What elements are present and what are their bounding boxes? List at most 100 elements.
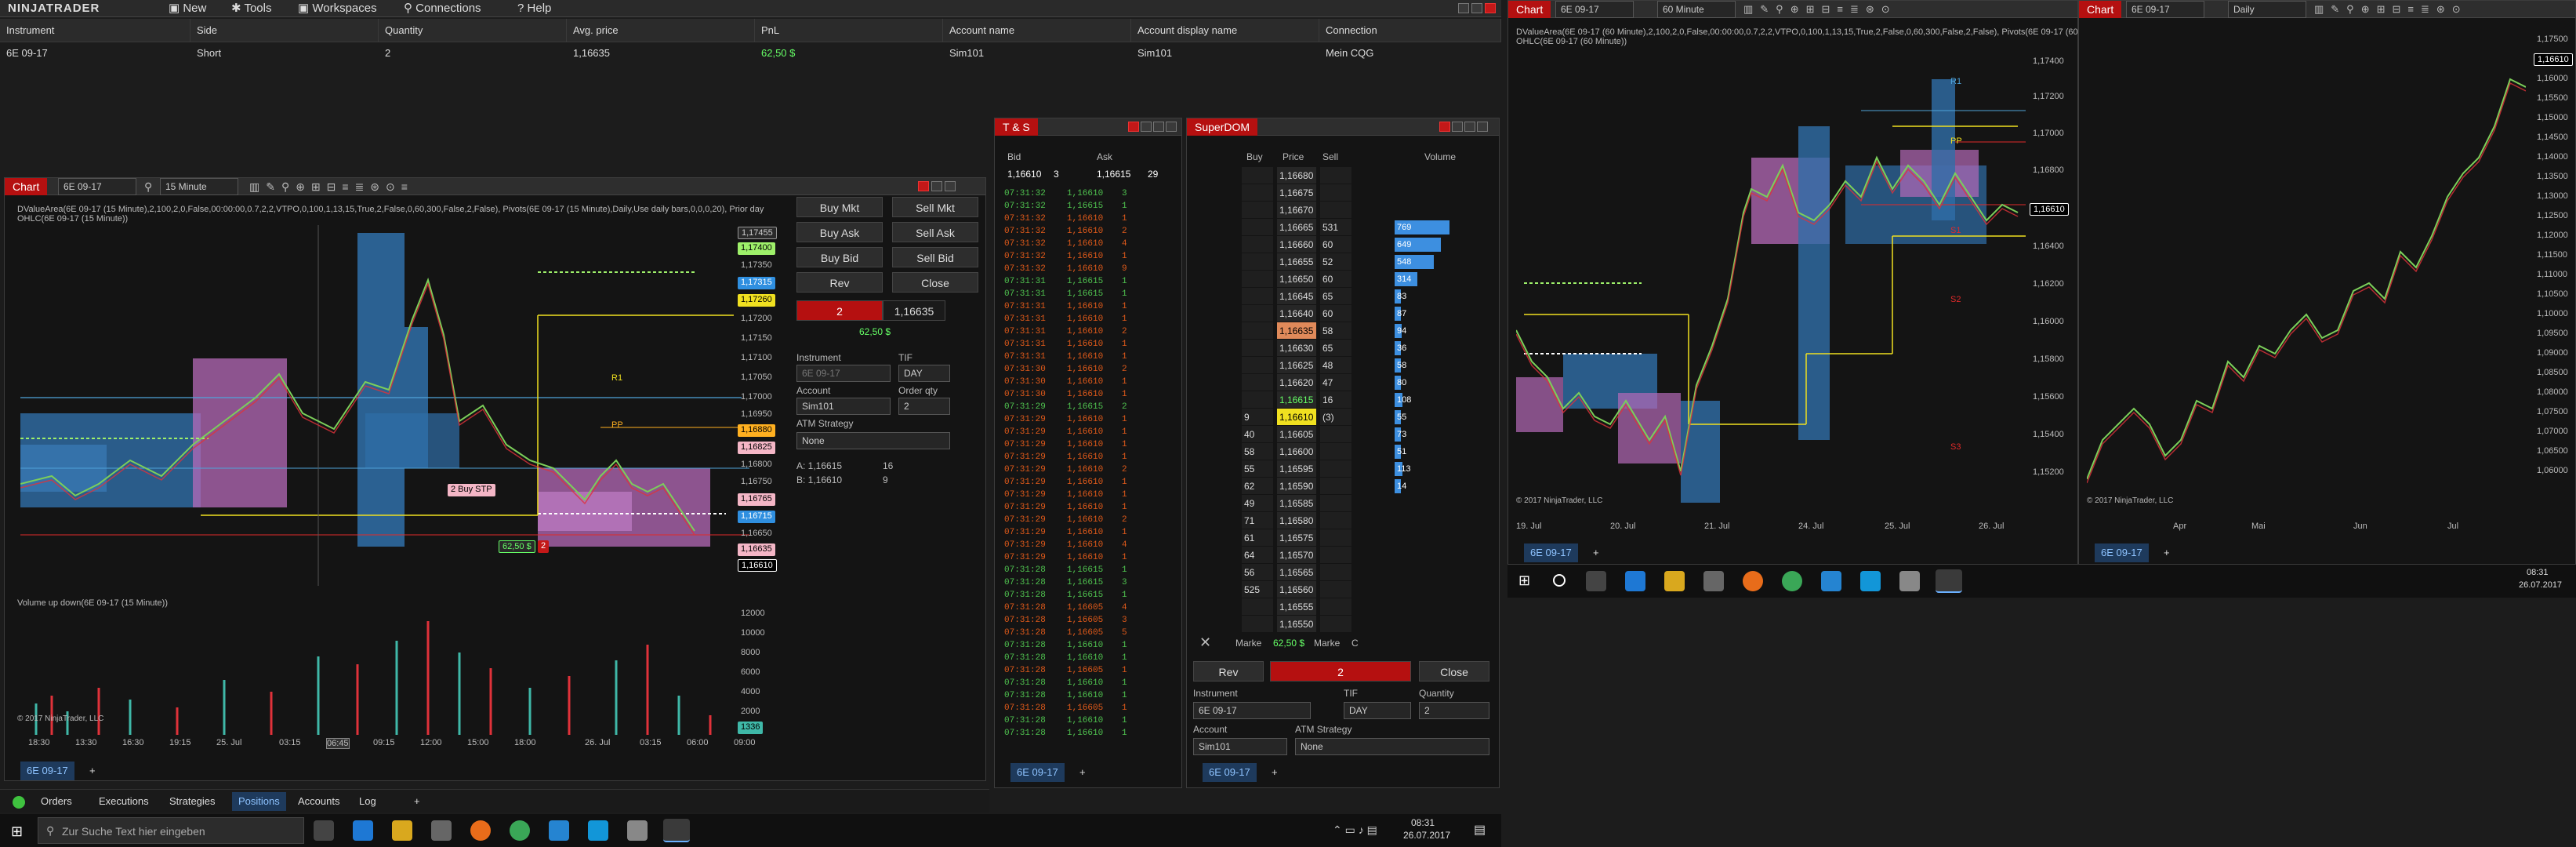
notification-icon[interactable]: ▤ — [1474, 822, 1486, 838]
chart3-tools-icons[interactable]: ▥✎⚲⊕⊞⊟≡≣⊛⊙ — [2314, 3, 2468, 16]
reverse-button[interactable]: Rev — [796, 272, 883, 293]
network-app-icon[interactable] — [627, 820, 648, 841]
explorer-icon[interactable] — [392, 820, 412, 841]
chart3-add-tab[interactable]: + — [2157, 543, 2176, 562]
tab-log[interactable]: Log — [353, 792, 383, 811]
dom-row[interactable]: 1,16620 47 80 — [1242, 374, 1493, 391]
close-icon[interactable]: ✕ — [1199, 634, 1211, 651]
edge-icon[interactable] — [1625, 571, 1645, 591]
chart1-instrument-tab[interactable]: 6E 09-17 — [20, 762, 74, 780]
chart2-tools-icons[interactable]: ▥✎⚲⊕⊞⊟≡≣⊛⊙ — [1743, 3, 1897, 16]
account-select[interactable]: Sim101 — [796, 398, 891, 415]
add-tab-button[interactable]: + — [83, 762, 102, 780]
ts-close[interactable] — [1128, 122, 1139, 132]
col-avg-price[interactable]: Avg. price — [567, 19, 755, 42]
buy-mkt-button[interactable]: Buy Mkt — [796, 197, 883, 217]
ts-restore[interactable] — [1141, 122, 1152, 132]
chart-tools-icons[interactable]: ▥✎⚲⊕⊞⊟≡≣⊛⊙≡ — [249, 180, 414, 194]
dom-row[interactable]: 1,16630 65 36 — [1242, 340, 1493, 357]
dom-ladder[interactable]: 1,16680 1,16675 1,16670 1,16665 531 769 1,1666… — [1242, 167, 1493, 634]
dom-extra[interactable] — [1477, 122, 1488, 132]
dom-atm-select[interactable]: None — [1295, 738, 1489, 755]
chrome-icon[interactable] — [510, 820, 530, 841]
dom-row[interactable]: 1,16550 — [1242, 616, 1493, 633]
tab-positions[interactable]: Positions — [232, 792, 286, 811]
store-icon[interactable] — [431, 820, 452, 841]
instrument-select[interactable]: 6E 09-17 — [796, 365, 891, 382]
buy-ask-button[interactable]: Buy Ask — [796, 222, 883, 242]
minimize-button[interactable] — [1458, 3, 1469, 13]
dom-instrument-select[interactable]: 6E 09-17 — [1193, 702, 1311, 719]
chart1-instrument-select[interactable]: 6E 09-17 — [58, 178, 136, 195]
col-quantity[interactable]: Quantity — [379, 19, 567, 42]
position-qty-flag[interactable]: 2 — [538, 540, 550, 553]
cortana-icon[interactable] — [1553, 574, 1566, 587]
dom-row[interactable]: 1,16615 16 108 — [1242, 391, 1493, 409]
buy-bid-button[interactable]: Buy Bid — [796, 247, 883, 267]
menu-workspaces[interactable]: ▣ Workspaces — [298, 0, 377, 17]
atm-strategy-select[interactable]: None — [796, 432, 950, 449]
dom-add-tab[interactable]: + — [1265, 763, 1284, 782]
chart1-restore[interactable] — [931, 181, 942, 191]
store-icon[interactable] — [1703, 571, 1724, 591]
col-pnl[interactable]: PnL — [755, 19, 943, 42]
ts-max[interactable] — [1153, 122, 1164, 132]
dom-reverse-button[interactable]: Rev — [1193, 661, 1264, 682]
dom-instrument-tab[interactable]: 6E 09-17 — [1203, 763, 1257, 782]
chart1-plot[interactable] — [20, 225, 749, 586]
firefox-icon[interactable] — [1743, 571, 1763, 591]
chart1-interval-select[interactable]: 15 Minute — [160, 178, 238, 195]
task-view-icon[interactable] — [1586, 571, 1606, 591]
sell-mkt-button[interactable]: Sell Mkt — [892, 197, 978, 217]
dom-row[interactable]: 1,16555 — [1242, 598, 1493, 616]
dom-row[interactable]: 62 1,16590 14 — [1242, 478, 1493, 495]
close-position-button[interactable]: Close — [892, 272, 978, 293]
table-row[interactable]: 6E 09-17 Short 2 1,16635 62,50 $ Sim101 … — [0, 43, 1501, 64]
chart3-interval-select[interactable]: Daily — [2228, 1, 2306, 18]
dom-row[interactable]: 1,16680 — [1242, 167, 1493, 184]
sell-ask-button[interactable]: Sell Ask — [892, 222, 978, 242]
close-button[interactable] — [1485, 3, 1496, 13]
dom-close-button[interactable]: Close — [1419, 661, 1489, 682]
quantity-stepper[interactable]: 2 — [898, 398, 950, 415]
chart2-instrument-select[interactable]: 6E 09-17 — [1555, 1, 1634, 18]
menu-tools[interactable]: ✱ Tools — [231, 0, 272, 17]
tab-accounts[interactable]: Accounts — [292, 792, 346, 811]
dom-row[interactable]: 71 1,16580 — [1242, 512, 1493, 529]
dom-account-select[interactable]: Sim101 — [1193, 738, 1287, 755]
dom-row[interactable]: 40 1,16605 73 — [1242, 426, 1493, 443]
dom-row[interactable]: 1,16665 531 769 — [1242, 219, 1493, 236]
menu-help[interactable]: ? Help — [517, 0, 551, 17]
maximize-button[interactable] — [1471, 3, 1482, 13]
dom-row[interactable]: 525 1,16560 — [1242, 581, 1493, 598]
dom-row[interactable]: 1,16655 52 548 — [1242, 253, 1493, 271]
search-input[interactable]: ⚲ Zur Suche Text hier eingeben — [38, 817, 304, 844]
dom-row[interactable]: 1,16640 60 87 — [1242, 305, 1493, 322]
windows-start-icon[interactable]: ⊞ — [1518, 573, 1530, 589]
edge-icon[interactable] — [353, 820, 373, 841]
chrome-icon[interactable] — [1782, 571, 1802, 591]
chart2-add-tab[interactable]: + — [1587, 543, 1605, 562]
dom-row[interactable]: 1,16645 65 83 — [1242, 288, 1493, 305]
dom-tif-select[interactable]: DAY — [1344, 702, 1411, 719]
search-icon[interactable]: ⚲ — [144, 180, 152, 194]
col-account-display-name[interactable]: Account display name — [1131, 19, 1319, 42]
skype-icon[interactable] — [1860, 571, 1881, 591]
app-icon[interactable] — [1821, 571, 1841, 591]
dom-max[interactable] — [1464, 122, 1475, 132]
dom-row[interactable]: 49 1,16585 — [1242, 495, 1493, 512]
add-tab-button[interactable]: + — [408, 792, 426, 811]
chart3-instrument-tab[interactable]: 6E 09-17 — [2095, 543, 2149, 562]
dom-market-sell[interactable]: Marke — [1314, 638, 1340, 649]
dom-row[interactable]: 1,16660 60 649 — [1242, 236, 1493, 253]
app-icon[interactable] — [549, 820, 569, 841]
ts-instrument-tab[interactable]: 6E 09-17 — [1010, 763, 1065, 782]
dom-market-buy[interactable]: Marke — [1235, 638, 1261, 649]
sell-bid-button[interactable]: Sell Bid — [892, 247, 978, 267]
dom-row[interactable]: 56 1,16565 — [1242, 564, 1493, 581]
dom-row[interactable]: 1,16650 60 314 — [1242, 271, 1493, 288]
dom-row[interactable]: 1,16675 — [1242, 184, 1493, 202]
tab-orders[interactable]: Orders — [34, 792, 78, 811]
tab-strategies[interactable]: Strategies — [163, 792, 222, 811]
menu-new[interactable]: ▣ New — [169, 0, 206, 17]
